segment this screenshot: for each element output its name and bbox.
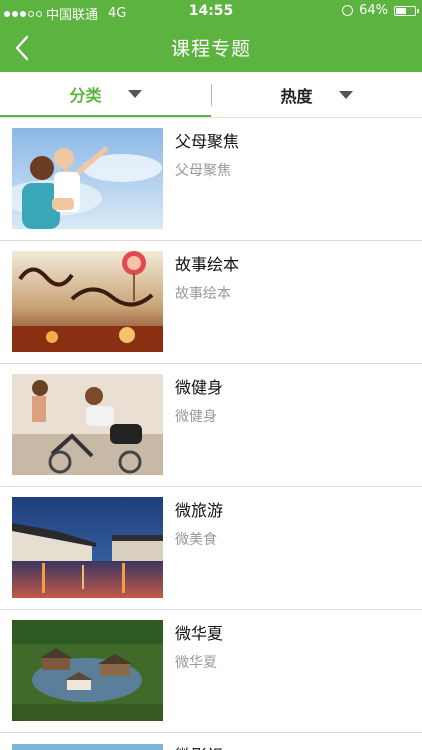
course-subtitle: 微华夏 — [175, 655, 217, 671]
battery-percent: 64% — [359, 3, 388, 18]
list-item[interactable]: 故事绘本 故事绘本 — [0, 241, 422, 364]
tab-category[interactable]: 分类 — [0, 72, 211, 117]
caret-down-icon — [338, 90, 353, 99]
course-subtitle: 故事绘本 — [175, 286, 231, 302]
list-item[interactable]: 微华夏 微华夏 — [0, 610, 422, 733]
course-title: 微旅游 — [175, 501, 224, 520]
list-item[interactable]: 微影视 — [0, 738, 422, 750]
app-header: 中国联通 4G 14:55 64% 课程专题 — [0, 0, 422, 72]
caret-down-icon — [127, 89, 142, 98]
tab-popularity[interactable]: 热度 — [211, 72, 422, 117]
rotation-lock-icon — [342, 5, 354, 16]
page-title: 课程专题 — [170, 38, 251, 60]
course-title: 微华夏 — [175, 624, 224, 643]
course-thumbnail-garden — [12, 620, 163, 721]
tab-category-label: 分类 — [69, 85, 102, 105]
battery-icon — [394, 5, 419, 16]
course-list: 父母聚焦 父母聚焦 故事绘本 故事绘本 微健身 微健身 微旅游 微美食 微华夏 … — [0, 118, 422, 733]
course-thumbnail-water-town — [12, 497, 163, 598]
status-bar: 中国联通 4G 14:55 64% — [0, 0, 422, 24]
course-subtitle: 父母聚焦 — [175, 163, 231, 179]
list-item[interactable]: 微健身 微健身 — [0, 364, 422, 487]
list-item[interactable]: 微旅游 微美食 — [0, 487, 422, 610]
list-item[interactable]: 父母聚焦 父母聚焦 — [0, 118, 422, 241]
tab-popularity-label: 热度 — [280, 86, 313, 106]
course-title: 故事绘本 — [175, 255, 240, 274]
filter-bar: 分类 热度 — [0, 72, 422, 118]
course-title: 微健身 — [175, 378, 224, 397]
course-thumbnail-fitness — [12, 374, 163, 475]
course-thumbnail-partial — [12, 744, 163, 750]
course-title: 微影视 — [175, 742, 223, 750]
course-subtitle: 微健身 — [175, 409, 217, 425]
course-thumbnail-family — [12, 128, 163, 229]
course-subtitle: 微美食 — [175, 532, 217, 548]
course-title: 父母聚焦 — [175, 132, 240, 151]
course-thumbnail-storybook — [12, 251, 163, 352]
nav-bar: 课程专题 — [0, 24, 422, 72]
